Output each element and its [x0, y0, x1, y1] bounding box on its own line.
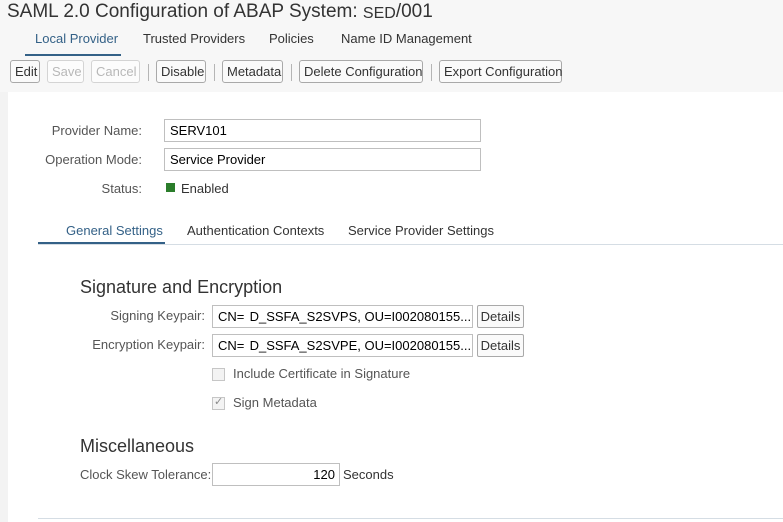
tab-service-provider-settings[interactable]: Service Provider Settings: [348, 223, 494, 238]
tab-name-id-management[interactable]: Name ID Management: [341, 31, 472, 46]
toolbar-separator: [214, 64, 215, 81]
tab-general-settings[interactable]: General Settings: [66, 223, 163, 238]
clock-skew-label: Clock Skew Tolerance:: [80, 467, 212, 482]
toolbar: Edit Save Cancel Disable Metadata Delete…: [0, 58, 783, 92]
misc-section-title: Miscellaneous: [80, 436, 195, 456]
subtab-divider: [38, 244, 783, 245]
toolbar-separator: [148, 64, 149, 81]
clock-skew-field[interactable]: 120: [212, 463, 340, 486]
disable-button[interactable]: Disable: [156, 60, 206, 83]
system-client: /001: [395, 1, 433, 22]
system-id: SED: [362, 5, 396, 22]
operation-mode-field[interactable]: Service Provider: [164, 148, 481, 171]
status-indicator-icon: [166, 183, 175, 192]
export-configuration-button[interactable]: Export Configuration: [439, 60, 563, 83]
clock-skew-unit: Seconds: [343, 467, 394, 482]
provider-name-field[interactable]: SERV101: [164, 119, 481, 142]
encryption-details-button[interactable]: Details: [477, 334, 524, 357]
tab-trusted-providers[interactable]: Trusted Providers: [143, 31, 245, 46]
include-certificate-label: Include Certificate in Signature: [233, 366, 411, 381]
sign-metadata-label: Sign Metadata: [233, 395, 317, 410]
metadata-button[interactable]: Metadata: [222, 60, 283, 83]
save-button[interactable]: Save: [47, 60, 84, 83]
bottom-divider: [38, 518, 783, 519]
encryption-keypair-field[interactable]: CN= D_SSFA_S2SVPE, OU=I002080155...: [212, 334, 473, 357]
cancel-button[interactable]: Cancel: [91, 60, 140, 83]
saml-config-page: SAML 2.0 Configuration of ABAP System: S…: [0, 0, 783, 522]
active-tab-indicator: [25, 54, 121, 56]
signing-details-button[interactable]: Details: [477, 305, 524, 328]
sign-metadata-checkbox[interactable]: ✓: [212, 396, 225, 410]
include-certificate-checkbox[interactable]: [212, 368, 225, 381]
provider-name-label: Provider Name:: [51, 123, 142, 138]
edit-button[interactable]: Edit: [10, 60, 40, 83]
signing-keypair-label: Signing Keypair:: [110, 308, 205, 323]
left-edge-bar: [0, 92, 8, 522]
status-label: Status:: [101, 181, 142, 196]
page-title: SAML 2.0 Configuration of ABAP System: S…: [7, 0, 433, 25]
tab-authentication-contexts[interactable]: Authentication Contexts: [187, 223, 324, 238]
toolbar-separator: [431, 64, 432, 81]
signing-keypair-field[interactable]: CN= D_SSFA_S2SVPS, OU=I002080155...: [212, 305, 473, 328]
checkmark-icon: ✓: [214, 396, 224, 408]
status-value: Enabled: [181, 181, 229, 196]
delete-configuration-button[interactable]: Delete Configuration: [299, 60, 423, 83]
signature-section-title: Signature and Encryption: [80, 277, 283, 297]
page-header: SAML 2.0 Configuration of ABAP System: S…: [0, 0, 783, 58]
toolbar-separator: [291, 64, 292, 81]
encryption-keypair-label: Encryption Keypair:: [92, 337, 205, 352]
tab-local-provider[interactable]: Local Provider: [35, 31, 118, 46]
tab-policies[interactable]: Policies: [269, 31, 314, 46]
operation-mode-label: Operation Mode:: [45, 152, 142, 167]
page-title-text: SAML 2.0 Configuration of ABAP System:: [7, 1, 358, 22]
